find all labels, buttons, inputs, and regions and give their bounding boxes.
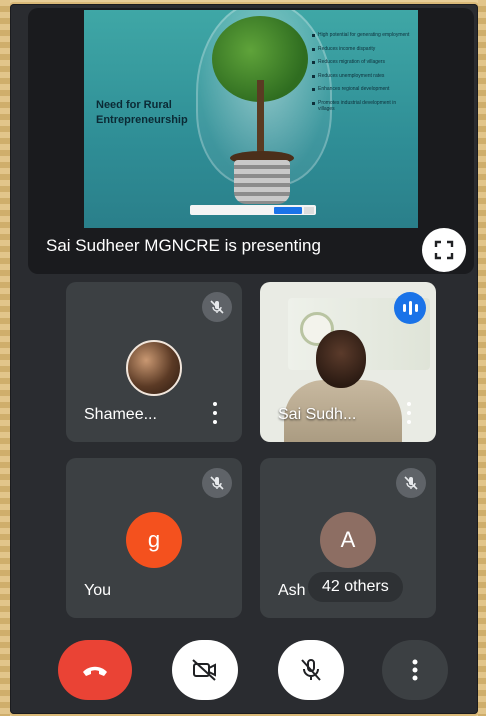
toggle-camera-button[interactable] — [172, 640, 238, 700]
muted-badge — [202, 468, 232, 498]
participant-options-button[interactable] — [404, 402, 414, 424]
avatar: A — [320, 512, 376, 568]
more-options-button[interactable] — [382, 640, 448, 700]
fullscreen-icon — [434, 240, 454, 260]
muted-badge — [202, 292, 232, 322]
participant-name: Ash — [278, 582, 306, 599]
presentation-area: Need for Rural Entrepreneurship High pot… — [28, 8, 474, 274]
avatar — [126, 340, 182, 396]
share-control-bar — [190, 205, 316, 215]
participant-options-button[interactable] — [210, 402, 220, 424]
mic-off-icon — [210, 300, 224, 314]
participant-name: You — [84, 582, 111, 599]
stop-sharing-button[interactable] — [274, 206, 302, 214]
slide-bullet: Enhances regional development — [312, 86, 412, 93]
shared-slide: Need for Rural Entrepreneurship High pot… — [84, 10, 418, 228]
camera-off-icon — [192, 659, 216, 681]
more-icon — [213, 402, 217, 406]
slide-bullet: Reduces income disparity — [312, 46, 412, 53]
tree-trunk — [257, 80, 264, 155]
muted-badge — [396, 468, 426, 498]
participant-tile-video[interactable]: Sai Sudh... — [260, 282, 436, 442]
mic-off-icon — [210, 476, 224, 490]
avatar: g — [126, 512, 182, 568]
fullscreen-button[interactable] — [422, 228, 466, 272]
slide-bullets: High potential for generating employment… — [312, 32, 412, 120]
participant-tile-self[interactable]: g You — [66, 458, 242, 618]
slide-bullet: Promotes industrial development in villa… — [312, 100, 412, 113]
speaking-indicator-icon — [394, 292, 426, 324]
more-icon — [407, 402, 411, 406]
others-count-chip[interactable]: 42 others — [308, 572, 403, 602]
hide-share-bar-button[interactable] — [304, 206, 314, 214]
slide-bullet: High potential for generating employment — [312, 32, 412, 39]
participant-tile[interactable]: Shamee... — [66, 282, 242, 442]
toggle-mic-button[interactable] — [278, 640, 344, 700]
leave-call-button[interactable] — [58, 640, 132, 700]
mic-off-icon — [301, 659, 321, 681]
phone-hangup-icon — [83, 666, 107, 676]
presenting-label: Sai Sudheer MGNCRE is presenting — [46, 236, 321, 255]
slide-bullet: Reduces unemployment rates — [312, 73, 412, 80]
mic-off-icon — [404, 476, 418, 490]
person-head — [316, 330, 366, 388]
slide-title: Need for Rural Entrepreneurship — [96, 99, 188, 126]
more-vert-icon — [412, 659, 418, 681]
slide-bullet: Reduces migration of villagers — [312, 59, 412, 66]
participant-name: Shamee... — [84, 406, 157, 423]
bulb-base — [234, 160, 290, 204]
participant-name: Sai Sudh... — [278, 406, 357, 423]
